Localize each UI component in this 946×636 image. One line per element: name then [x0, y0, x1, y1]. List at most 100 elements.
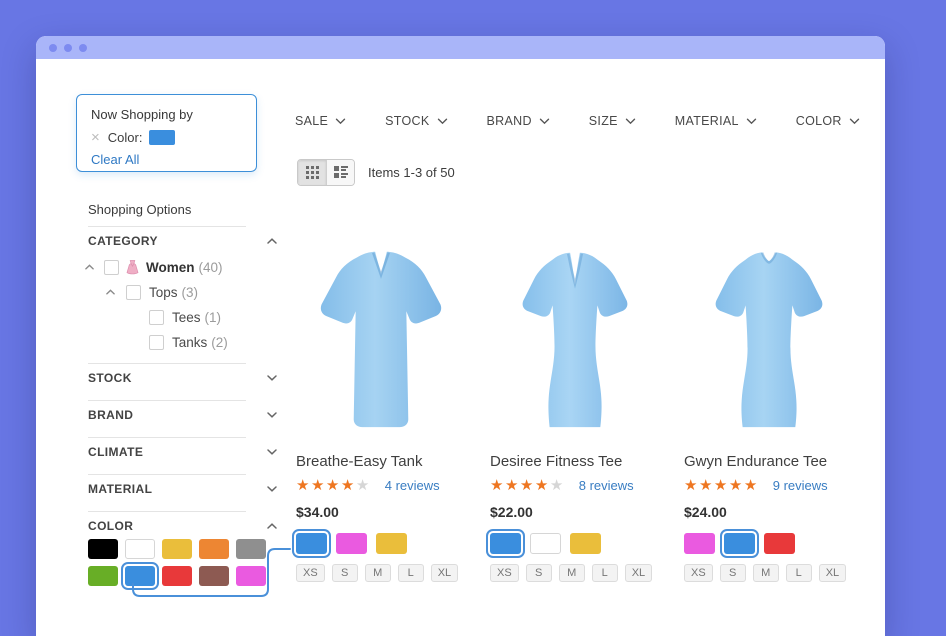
product-name[interactable]: Gwyn Endurance Tee: [684, 453, 854, 470]
size-option-s[interactable]: S: [526, 564, 552, 582]
size-option-m[interactable]: M: [365, 564, 391, 582]
checkbox-tees[interactable]: [149, 310, 164, 325]
sidebar-section-category[interactable]: CATEGORY: [88, 234, 278, 248]
checkbox-tops[interactable]: [126, 285, 141, 300]
window-control-dot[interactable]: [64, 44, 72, 52]
size-option-xs[interactable]: XS: [296, 564, 325, 582]
chevron-up-icon: [266, 522, 278, 530]
size-option-l[interactable]: L: [592, 564, 618, 582]
star-filled-icon: ★: [729, 477, 744, 494]
star-rating: ★★★★★: [296, 478, 371, 493]
color-filter-swatch[interactable]: [88, 539, 118, 559]
size-option-l[interactable]: L: [398, 564, 424, 582]
filter-label: SIZE: [589, 114, 618, 128]
product-color-swatch[interactable]: [570, 533, 601, 554]
filter-dropdown-brand[interactable]: BRAND: [487, 114, 550, 128]
reviews-link[interactable]: 4 reviews: [385, 478, 440, 493]
product-color-swatches: [684, 533, 854, 554]
product-color-swatch[interactable]: [764, 533, 795, 554]
filter-dropdown-size[interactable]: SIZE: [589, 114, 636, 128]
product-card: Gwyn Endurance Tee ★★★★★ 9 reviews $24.0…: [684, 238, 854, 582]
color-filter-swatch[interactable]: [125, 539, 155, 559]
size-option-xs[interactable]: XS: [684, 564, 713, 582]
divider: [88, 400, 246, 401]
color-filter-swatch[interactable]: [199, 566, 229, 586]
size-option-m[interactable]: M: [753, 564, 779, 582]
chevron-down-icon: [539, 118, 550, 125]
product-color-swatch[interactable]: [376, 533, 407, 554]
chevron-down-icon: [849, 118, 860, 125]
chevron-down-icon: [266, 411, 278, 419]
filter-dropdown-stock[interactable]: STOCK: [385, 114, 447, 128]
product-color-swatch[interactable]: [530, 533, 561, 554]
category-label: Women: [146, 260, 195, 275]
product-name[interactable]: Breathe-Easy Tank: [296, 453, 466, 470]
filter-dropdown-sale[interactable]: SALE: [295, 114, 346, 128]
color-filter-swatch[interactable]: [236, 566, 266, 586]
checkbox-women[interactable]: [104, 260, 119, 275]
product-color-swatch[interactable]: [336, 533, 367, 554]
size-option-xl[interactable]: XL: [431, 564, 458, 582]
sidebar-section-color[interactable]: COLOR: [88, 519, 278, 533]
category-item-tops[interactable]: Tops (3): [105, 281, 198, 303]
section-label: STOCK: [88, 371, 132, 385]
color-filter-swatch[interactable]: [162, 539, 192, 559]
color-filter-swatch[interactable]: [236, 539, 266, 559]
color-filter-swatch[interactable]: [162, 566, 192, 586]
filter-dropdown-color[interactable]: COLOR: [796, 114, 860, 128]
reviews-link[interactable]: 8 reviews: [579, 478, 634, 493]
category-label: Tanks: [172, 335, 207, 350]
filter-label: MATERIAL: [675, 114, 739, 128]
sidebar-section-stock[interactable]: STOCK: [88, 371, 278, 385]
product-price: $24.00: [684, 504, 854, 520]
size-option-xl[interactable]: XL: [625, 564, 652, 582]
filter-attribute-label: Color:: [108, 130, 143, 145]
grid-view-button[interactable]: [298, 160, 326, 185]
size-option-s[interactable]: S: [332, 564, 358, 582]
sidebar-section-climate[interactable]: CLIMATE: [88, 445, 278, 459]
category-item-women[interactable]: Women (40): [84, 256, 223, 278]
size-option-xl[interactable]: XL: [819, 564, 846, 582]
size-option-m[interactable]: M: [559, 564, 585, 582]
color-filter-swatch[interactable]: [88, 566, 118, 586]
section-label: BRAND: [88, 408, 133, 422]
window-control-dot[interactable]: [49, 44, 57, 52]
star-filled-icon: ★: [699, 477, 714, 494]
sidebar-section-material[interactable]: MATERIAL: [88, 482, 278, 496]
size-option-xs[interactable]: XS: [490, 564, 519, 582]
chevron-down-icon: [335, 118, 346, 125]
product-price: $22.00: [490, 504, 660, 520]
product-color-swatch-selected[interactable]: [296, 533, 327, 554]
product-color-swatch[interactable]: [684, 533, 715, 554]
category-item-tees[interactable]: Tees (1): [149, 306, 221, 328]
star-rating: ★★★★★: [684, 478, 759, 493]
star-filled-icon: ★: [490, 477, 505, 494]
product-color-swatch-selected[interactable]: [490, 533, 521, 554]
product-card: Breathe-Easy Tank ★★★★★ 4 reviews $34.00…: [296, 238, 466, 582]
product-image[interactable]: [490, 238, 660, 434]
clear-all-link[interactable]: Clear All: [91, 152, 139, 167]
color-filter-swatch-selected[interactable]: [125, 566, 155, 586]
product-name[interactable]: Desiree Fitness Tee: [490, 453, 660, 470]
list-view-button[interactable]: [326, 160, 354, 185]
reviews-link[interactable]: 9 reviews: [773, 478, 828, 493]
product-image[interactable]: [684, 238, 854, 434]
active-filters-title: Now Shopping by: [91, 107, 242, 122]
window-control-dot[interactable]: [79, 44, 87, 52]
product-size-options: XS SML XL: [684, 564, 854, 582]
filter-dropdown-material[interactable]: MATERIAL: [675, 114, 757, 128]
star-filled-icon: ★: [684, 477, 699, 494]
size-option-s[interactable]: S: [720, 564, 746, 582]
size-option-l[interactable]: L: [786, 564, 812, 582]
remove-filter-icon[interactable]: ×: [91, 130, 100, 145]
sidebar-section-brand[interactable]: BRAND: [88, 408, 278, 422]
product-image[interactable]: [296, 238, 466, 434]
checkbox-tanks[interactable]: [149, 335, 164, 350]
category-item-tanks[interactable]: Tanks (2): [149, 331, 228, 353]
divider: [88, 511, 246, 512]
color-filter-swatch[interactable]: [199, 539, 229, 559]
star-filled-icon: ★: [535, 477, 550, 494]
filter-label: BRAND: [487, 114, 532, 128]
product-color-swatches: [490, 533, 660, 554]
product-color-swatch-selected[interactable]: [724, 533, 755, 554]
